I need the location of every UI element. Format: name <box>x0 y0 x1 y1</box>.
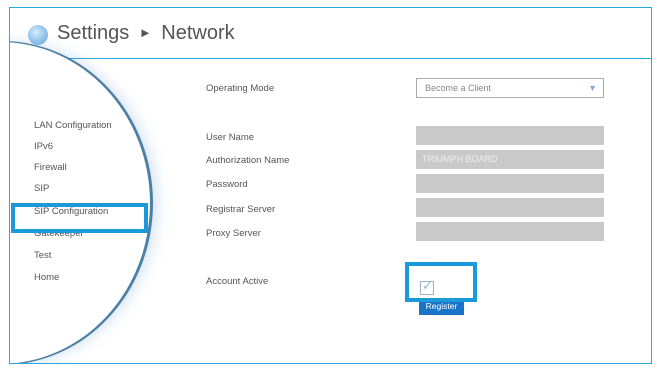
sidebar-item-test[interactable]: Test <box>34 250 51 261</box>
sidebar-item-sip[interactable]: SIP <box>34 183 49 194</box>
sidebar-item-firewall[interactable]: Firewall <box>34 162 67 173</box>
title-settings: Settings <box>57 22 130 44</box>
authorization-name-field[interactable]: TRIUMPH BOARD <box>416 150 604 169</box>
sidebar-item-lan-configuration[interactable]: LAN Configuration <box>34 120 112 131</box>
operating-mode-select[interactable]: Become a Client ▼ <box>416 78 604 98</box>
logo-icon <box>28 25 48 45</box>
account-active-label: Account Active <box>206 276 269 287</box>
selection-highlight <box>11 203 148 233</box>
authorization-name-label: Authorization Name <box>206 155 290 166</box>
password-label: Password <box>206 179 248 190</box>
password-field[interactable] <box>416 174 604 193</box>
dropdown-arrow-icon: ▼ <box>588 83 597 93</box>
operating-mode-value: Become a Client <box>425 83 492 93</box>
breadcrumb-arrow-icon: ► <box>138 25 152 40</box>
header: Settings ► Network <box>10 8 651 59</box>
operating-mode-label: Operating Mode <box>206 83 275 94</box>
proxy-server-label: Proxy Server <box>206 228 261 239</box>
title-network: Network <box>161 22 235 44</box>
sidebar-item-home[interactable]: Home <box>34 272 59 283</box>
registrar-server-label: Registrar Server <box>206 204 276 215</box>
registrar-server-field[interactable] <box>416 198 604 217</box>
checkbox-highlight <box>405 262 477 302</box>
user-name-label: User Name <box>206 132 255 143</box>
user-name-field[interactable] <box>416 126 604 145</box>
proxy-server-field[interactable] <box>416 222 604 241</box>
page-title: Settings ► Network <box>57 22 235 45</box>
settings-window: Settings ► Network LAN Configuration IPv… <box>9 7 652 364</box>
sidebar-item-ipv6[interactable]: IPv6 <box>34 141 53 152</box>
authorization-name-value: TRIUMPH BOARD <box>422 154 498 164</box>
